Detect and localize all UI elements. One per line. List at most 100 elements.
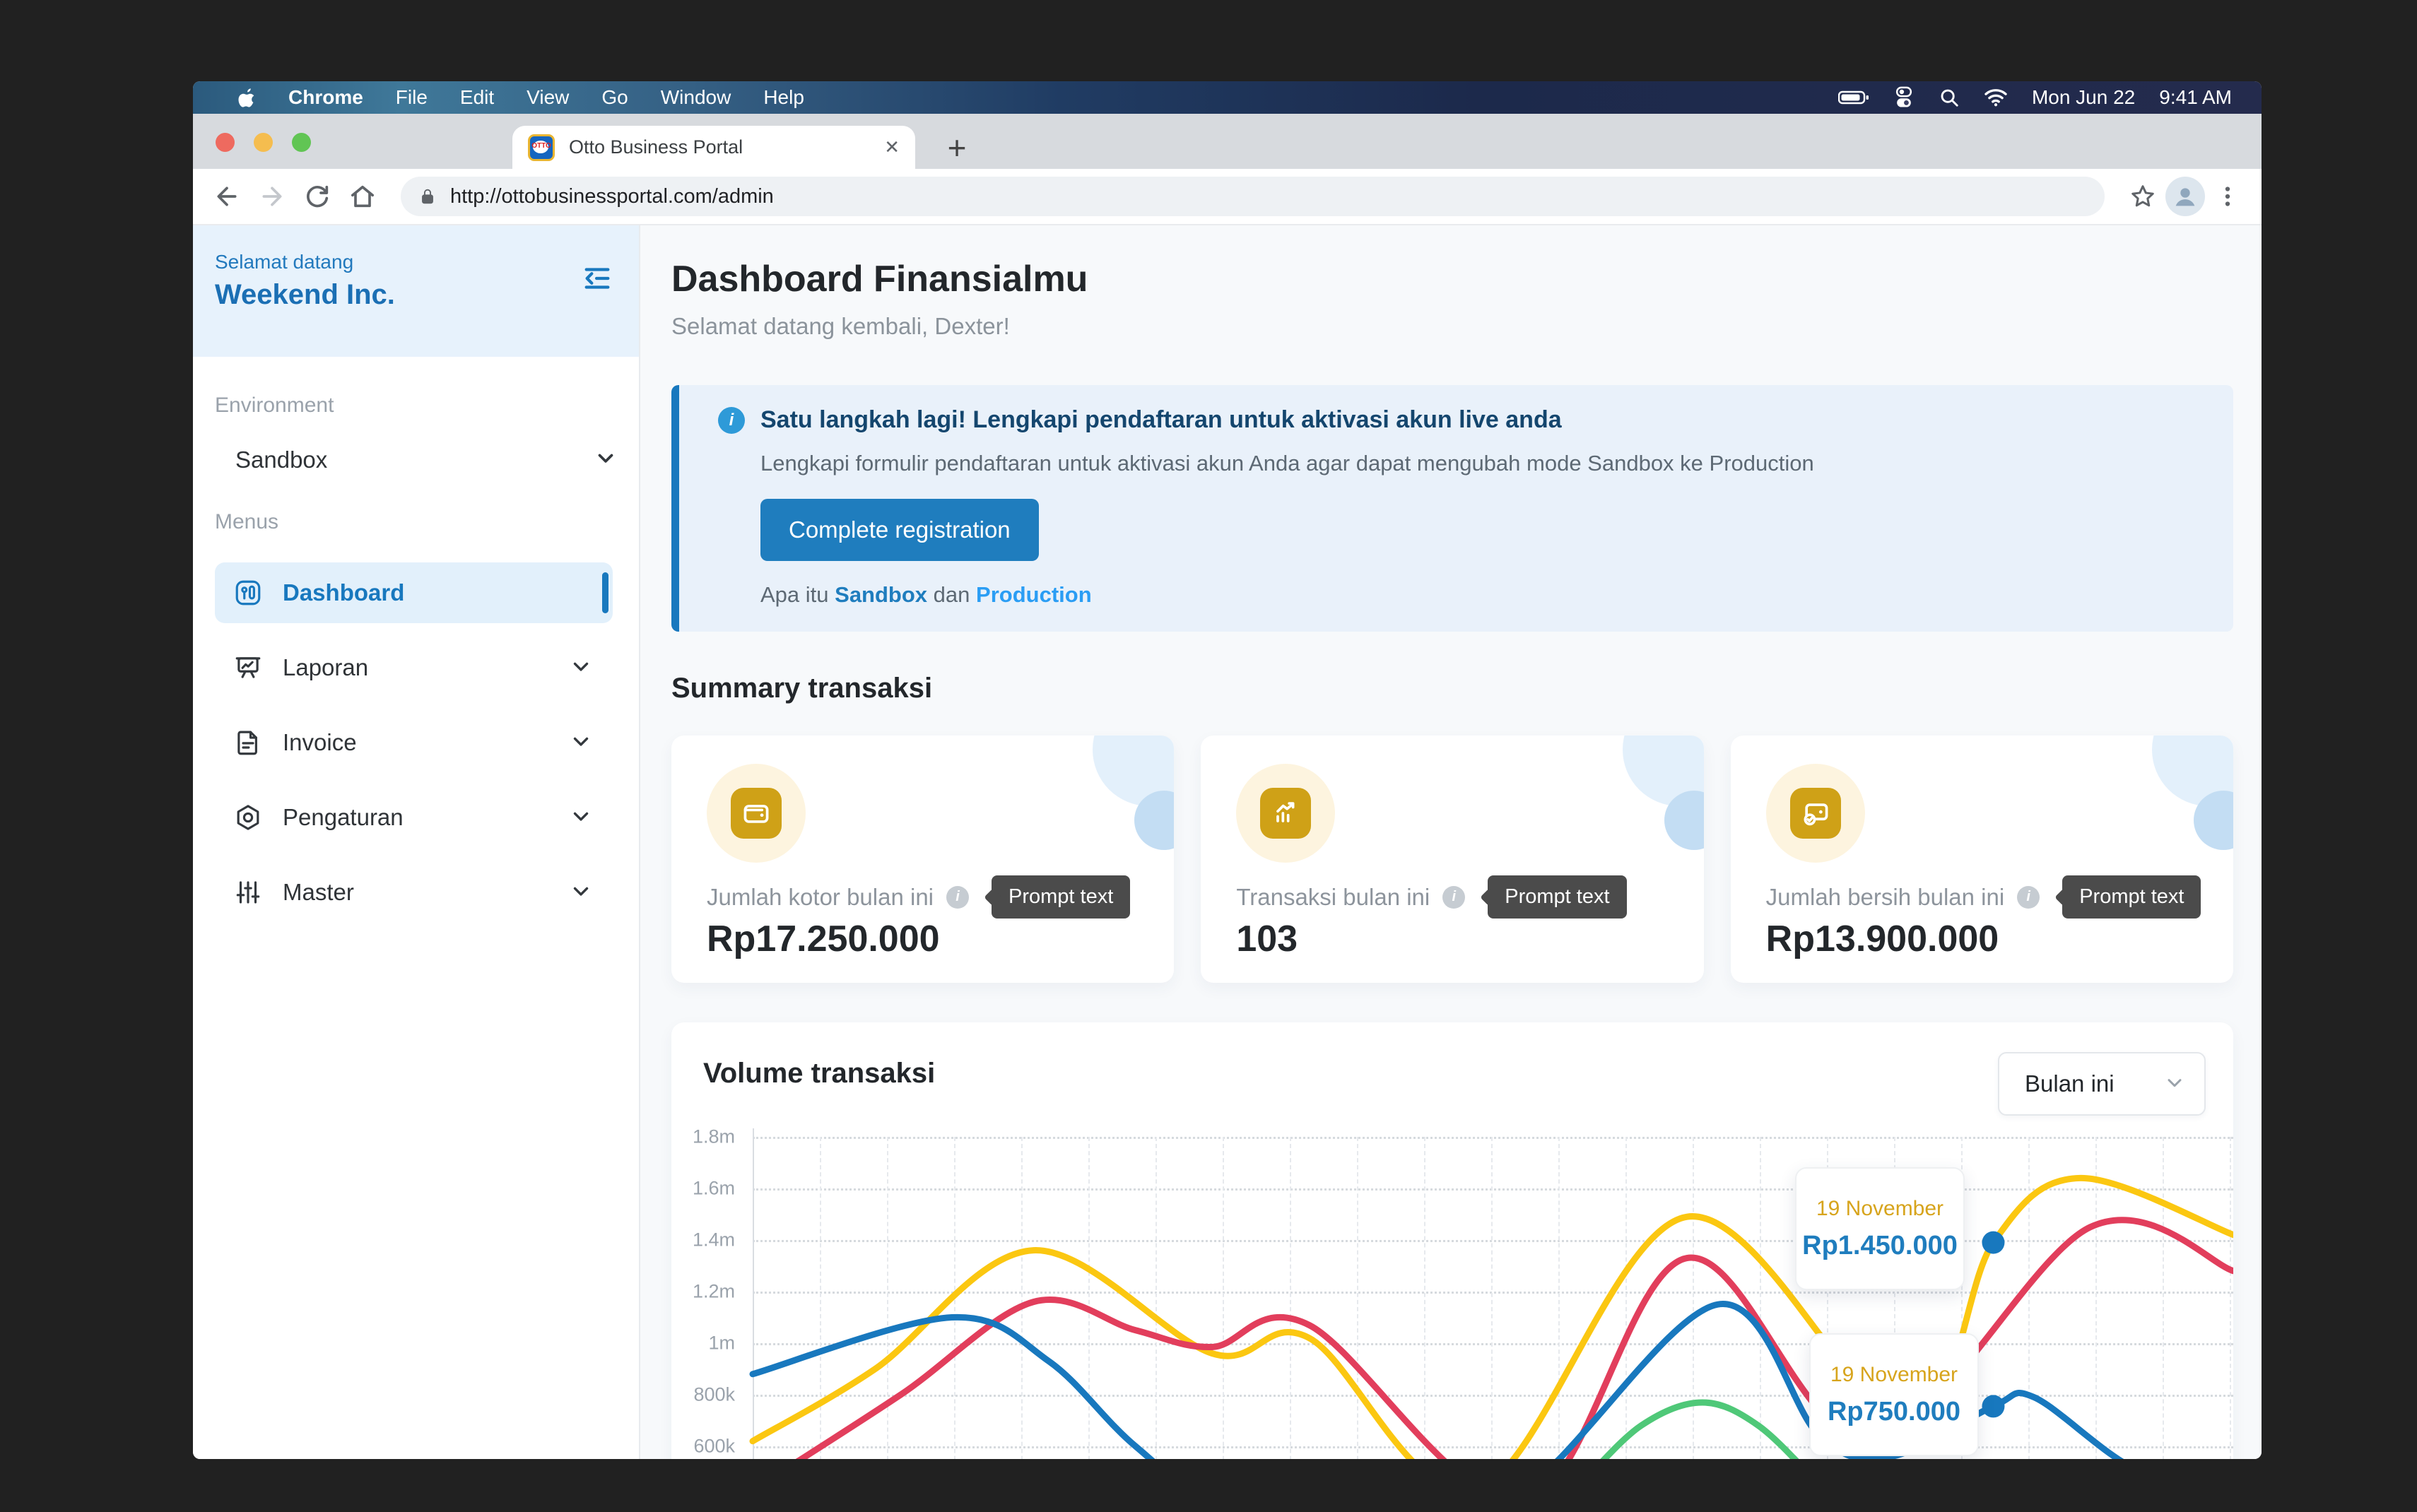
framed-screenshot: Chrome File Edit View Go Window Help bbox=[0, 0, 2417, 1512]
chart-highlight-dot[interactable] bbox=[1982, 1395, 2004, 1417]
browser-menu-icon[interactable] bbox=[2205, 174, 2250, 219]
chevron-down-icon bbox=[569, 654, 593, 682]
production-link[interactable]: Production bbox=[976, 582, 1092, 607]
gridline-horizontal bbox=[753, 1395, 2233, 1397]
volume-heading: Volume transaksi bbox=[703, 1058, 935, 1089]
gridline-vertical bbox=[1625, 1137, 1627, 1459]
home-icon[interactable] bbox=[340, 174, 385, 219]
menu-item-go[interactable]: Go bbox=[585, 81, 644, 114]
prompt-tooltip: Prompt text bbox=[2062, 875, 2201, 919]
spotlight-search-icon[interactable] bbox=[1939, 87, 1960, 108]
lock-icon bbox=[418, 187, 437, 206]
sidebar-item-label: Laporan bbox=[283, 654, 569, 681]
menu-item-window[interactable]: Window bbox=[645, 81, 748, 114]
sidebar-item-laporan[interactable]: Laporan bbox=[215, 637, 613, 698]
chart-line-red bbox=[753, 1220, 2233, 1459]
menu-item-view[interactable]: View bbox=[510, 81, 585, 114]
gridline-vertical bbox=[2095, 1137, 2097, 1459]
menu-item-edit[interactable]: Edit bbox=[444, 81, 510, 114]
sidebar-item-label: Dashboard bbox=[283, 579, 613, 606]
control-center-icon[interactable] bbox=[1893, 86, 1915, 109]
gridline-horizontal bbox=[753, 1292, 2233, 1294]
close-window-button[interactable] bbox=[216, 133, 235, 152]
tooltip-value: Rp1.450.000 bbox=[1802, 1231, 1958, 1261]
gridline-vertical bbox=[1223, 1137, 1224, 1459]
sidebar-item-invoice[interactable]: Invoice bbox=[215, 712, 613, 773]
info-icon[interactable]: i bbox=[2017, 886, 2040, 909]
card-label: Jumlah kotor bulan ini bbox=[707, 884, 934, 911]
gridline-horizontal bbox=[753, 1240, 2233, 1242]
sidebar-item-pengaturan[interactable]: Pengaturan bbox=[215, 787, 613, 848]
y-axis-tick-label: 1.4m bbox=[678, 1229, 735, 1251]
window-controls bbox=[216, 133, 311, 152]
menu-item-help[interactable]: Help bbox=[747, 81, 821, 114]
gridline-vertical bbox=[1424, 1137, 1425, 1459]
macos-menu-bar: Chrome File Edit View Go Window Help bbox=[193, 81, 2262, 114]
tab-title: Otto Business Portal bbox=[569, 136, 874, 158]
battery-icon[interactable] bbox=[1838, 88, 1869, 107]
info-icon[interactable]: i bbox=[946, 886, 969, 909]
chart-line-green bbox=[1559, 1402, 1840, 1459]
dashboard-icon bbox=[233, 578, 263, 608]
sidebar: Selamat datang Weekend Inc. Environment … bbox=[193, 225, 640, 1459]
wifi-icon[interactable] bbox=[1984, 88, 2008, 107]
chevron-down-icon bbox=[594, 446, 618, 473]
chevron-down-icon bbox=[2163, 1071, 2186, 1097]
settings-icon bbox=[233, 803, 263, 832]
sidebar-item-dashboard[interactable]: Dashboard bbox=[215, 562, 613, 623]
sandbox-link[interactable]: Sandbox bbox=[835, 582, 927, 607]
bookmark-star-icon[interactable] bbox=[2120, 174, 2165, 219]
gridline-vertical bbox=[954, 1137, 955, 1459]
prompt-tooltip: Prompt text bbox=[1488, 875, 1626, 919]
tooltip-date: 19 November bbox=[1816, 1197, 1943, 1221]
close-tab-icon[interactable]: ✕ bbox=[884, 136, 900, 158]
wallet-icon bbox=[707, 764, 806, 863]
main-content: Dashboard Finansialmu Selamat datang kem… bbox=[640, 225, 2262, 1459]
browser-toolbar: http://ottobusinessportal.com/admin bbox=[193, 169, 2262, 225]
active-indicator bbox=[602, 572, 608, 613]
complete-registration-button[interactable]: Complete registration bbox=[760, 499, 1039, 561]
report-icon bbox=[233, 653, 263, 683]
period-filter-dropdown[interactable]: Bulan ini bbox=[1998, 1052, 2206, 1116]
sidebar-menu: Dashboard Laporan bbox=[193, 562, 639, 923]
minimize-window-button[interactable] bbox=[254, 133, 273, 152]
back-icon[interactable] bbox=[204, 174, 249, 219]
reload-icon[interactable] bbox=[295, 174, 340, 219]
forward-icon[interactable] bbox=[249, 174, 295, 219]
gridline-horizontal bbox=[753, 1137, 2233, 1139]
apple-menu-icon[interactable] bbox=[221, 87, 272, 108]
chevron-down-icon bbox=[569, 729, 593, 757]
gridline-vertical bbox=[820, 1137, 821, 1459]
collapse-sidebar-icon[interactable] bbox=[581, 262, 613, 298]
invoice-icon bbox=[233, 728, 263, 757]
menu-item-file[interactable]: File bbox=[380, 81, 444, 114]
gridline-vertical bbox=[1693, 1137, 1694, 1459]
profile-avatar[interactable] bbox=[2165, 177, 2205, 216]
y-axis-tick-label: 1.2m bbox=[678, 1281, 735, 1303]
card-label: Transaksi bulan ini bbox=[1236, 884, 1430, 911]
y-axis-tick-label: 1m bbox=[678, 1333, 735, 1354]
volume-chart-card: Volume transaksi Bulan ini 1.8m1.6m1.4m1… bbox=[671, 1022, 2233, 1459]
sidebar-item-master[interactable]: Master bbox=[215, 862, 613, 923]
info-icon[interactable]: i bbox=[1442, 886, 1465, 909]
link-conjunction: dan bbox=[934, 582, 970, 607]
tooltip-value: Rp750.000 bbox=[1828, 1397, 1960, 1427]
address-bar[interactable]: http://ottobusinessportal.com/admin bbox=[401, 177, 2105, 216]
environment-select[interactable]: Sandbox bbox=[235, 446, 618, 473]
gridline-vertical bbox=[1290, 1137, 1291, 1459]
summary-heading: Summary transaksi bbox=[671, 673, 2233, 704]
menu-bar-date[interactable]: Mon Jun 22 bbox=[2032, 86, 2135, 109]
browser-tab[interactable]: OTTO Otto Business Portal ✕ bbox=[512, 126, 915, 169]
environment-label: Environment bbox=[215, 394, 639, 418]
banner-links: Apa itu Sandbox dan Production bbox=[760, 582, 2205, 608]
menu-bar-clock[interactable]: 9:41 AM bbox=[2159, 86, 2232, 109]
chart-highlight-dot[interactable] bbox=[1982, 1232, 2004, 1254]
menu-item-chrome[interactable]: Chrome bbox=[272, 81, 380, 114]
banner-description: Lengkapi formulir pendaftaran untuk akti… bbox=[760, 451, 2205, 476]
summary-cards: Jumlah kotor bulan ini i Prompt text Rp1… bbox=[671, 736, 2233, 983]
chevron-down-icon bbox=[569, 879, 593, 906]
prompt-tooltip: Prompt text bbox=[992, 875, 1130, 919]
new-tab-button[interactable]: + bbox=[939, 129, 975, 166]
wallet-check-icon bbox=[1766, 764, 1865, 863]
zoom-window-button[interactable] bbox=[292, 133, 311, 152]
